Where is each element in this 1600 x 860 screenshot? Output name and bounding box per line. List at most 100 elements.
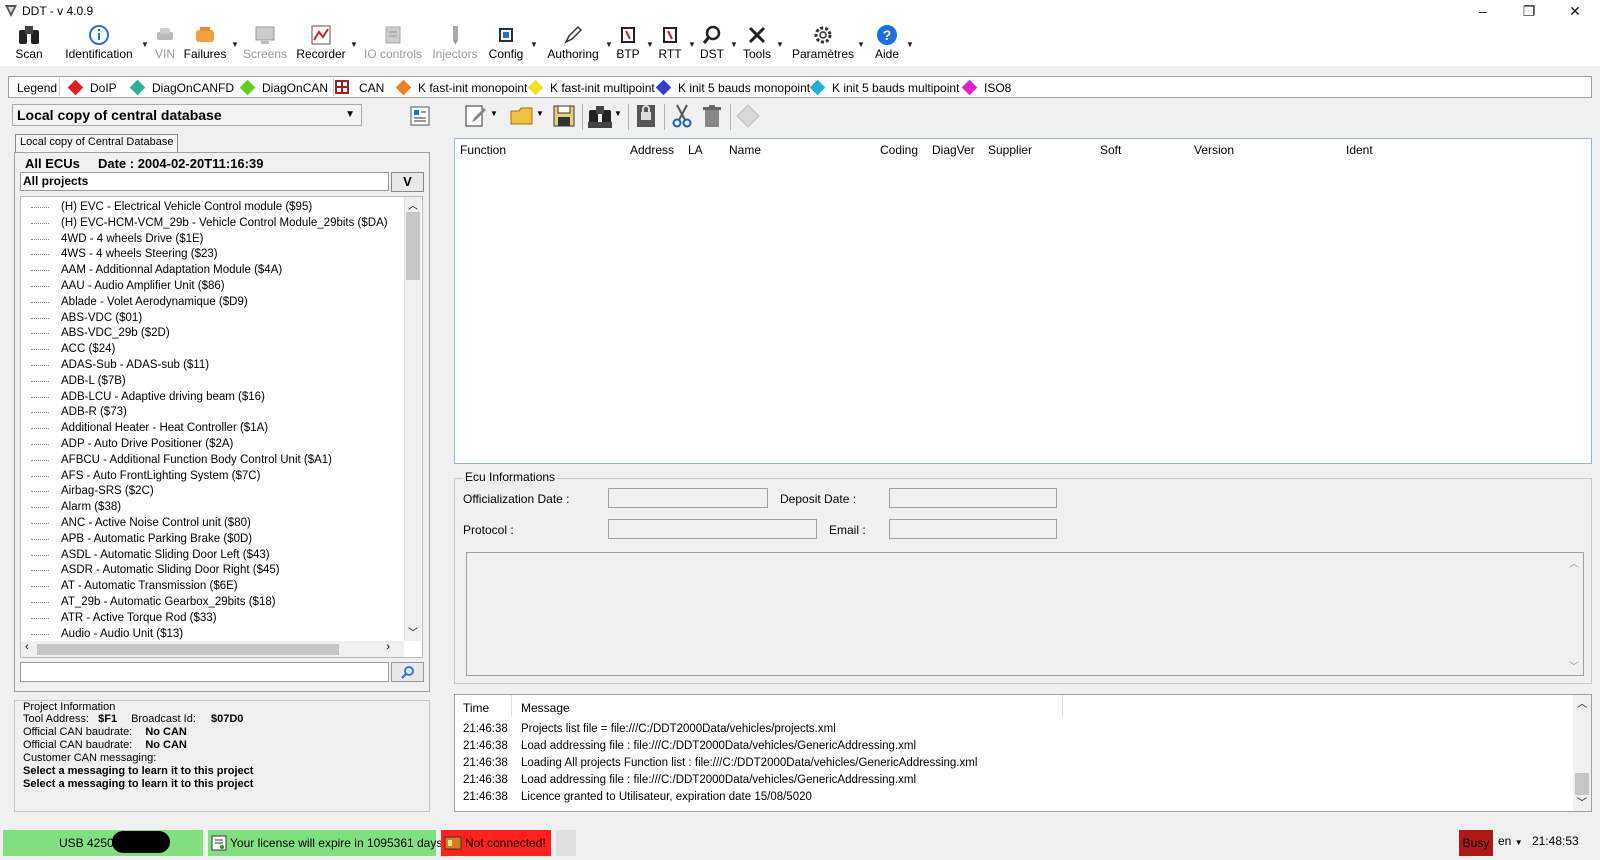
log-column-time[interactable]: Time [463, 701, 489, 715]
close-button[interactable]: ✕ [1552, 0, 1598, 22]
column-header-name[interactable]: Name [729, 143, 761, 157]
recorder-dropdown-icon[interactable]: ▼ [350, 40, 358, 49]
column-header-coding[interactable]: Coding [880, 143, 918, 157]
parametres-button[interactable]: Paramètres [790, 22, 856, 66]
ecu-tree-item[interactable]: APB - Automatic Parking Brake ($0D) [61, 531, 252, 547]
ecu-tree-item[interactable]: Airbag-SRS ($2C) [61, 483, 154, 499]
language-selector[interactable]: en ▼ [1498, 834, 1523, 848]
ecu-tree-item[interactable]: AT - Automatic Transmission ($6E) [61, 578, 238, 594]
open-folder-icon[interactable] [508, 102, 536, 130]
ecu-tree-item[interactable]: ASDL - Automatic Sliding Door Left ($43) [61, 547, 270, 563]
edit-dropdown-icon[interactable]: ▼ [490, 109, 498, 118]
ecu-tree-item[interactable]: 4WS - 4 wheels Steering ($23) [61, 246, 218, 262]
ecu-tree-item[interactable]: ADB-L ($7B) [61, 373, 126, 389]
scroll-up-icon[interactable]: ︿ [1569, 555, 1579, 570]
scroll-down-icon[interactable]: ﹀ [1577, 794, 1587, 809]
tree-horizontal-scroll-thumb[interactable] [37, 644, 339, 655]
dst-button[interactable]: DST [698, 22, 726, 66]
injectors-button[interactable]: Injectors [430, 22, 480, 66]
minimize-button[interactable]: – [1460, 0, 1506, 22]
config-button[interactable]: Config [486, 22, 526, 66]
ecu-tree-item[interactable]: Additional Heater - Heat Controller ($1A… [61, 420, 268, 436]
io-controls-button[interactable]: IO controls [362, 22, 424, 66]
tab-local-copy-central-database[interactable]: Local copy of Central Database [15, 134, 179, 152]
restore-button[interactable]: ❐ [1506, 0, 1552, 22]
aide-dropdown-icon[interactable]: ▼ [906, 40, 914, 49]
protocol-field[interactable] [608, 519, 817, 539]
ecu-tree-item[interactable]: (H) EVC-HCM-VCM_29b - Vehicle Control Mo… [61, 215, 388, 231]
ecu-search-input[interactable] [20, 662, 389, 682]
tools-button[interactable]: Tools [740, 22, 774, 66]
scroll-up-icon[interactable]: ︿ [1577, 695, 1587, 710]
ecu-notes-area[interactable]: ︿ ﹀ [466, 552, 1584, 676]
edit-document-icon[interactable] [462, 102, 490, 130]
ecu-tree-item[interactable]: (H) EVC - Electrical Vehicle Control mod… [61, 199, 312, 215]
aide-button[interactable]: ? Aide [870, 22, 904, 66]
scan-button[interactable]: Scan [12, 22, 46, 66]
column-header-address[interactable]: Address [630, 143, 674, 157]
lock-icon[interactable] [632, 102, 660, 130]
log-column-message[interactable]: Message [521, 701, 570, 715]
ecu-tree-item[interactable]: 4WD - 4 wheels Drive ($1E) [61, 231, 204, 247]
failures-dropdown-icon[interactable]: ▼ [231, 40, 239, 49]
column-header-function[interactable]: Function [460, 143, 506, 157]
parametres-dropdown-icon[interactable]: ▼ [857, 40, 865, 49]
ecu-tree-item[interactable]: AFBCU - Additional Function Body Control… [61, 452, 332, 468]
search-dropdown-icon[interactable]: ▼ [614, 109, 622, 118]
ecu-tree-item[interactable]: ABS-VDC_29b ($2D) [61, 325, 170, 341]
ecu-tree-item[interactable]: Alarm ($38) [61, 499, 121, 515]
ecu-tree-item[interactable]: Audio - Audio Unit ($13) [61, 626, 183, 642]
btp-button[interactable]: BTP [614, 22, 642, 66]
scissors-icon[interactable] [668, 102, 696, 130]
ecu-tree-item[interactable]: ADB-R ($73) [61, 404, 127, 420]
tree-vertical-scroll-thumb[interactable] [406, 212, 420, 280]
ecu-tree-item[interactable]: Ablade - Volet Aerodynamique ($D9) [61, 294, 248, 310]
ecu-tree-item[interactable]: ACC ($24) [61, 341, 115, 357]
column-header-supplier[interactable]: Supplier [988, 143, 1032, 157]
trash-icon[interactable] [698, 102, 726, 130]
officialization-date-field[interactable] [608, 488, 768, 508]
rtt-dropdown-icon[interactable]: ▼ [688, 40, 696, 49]
save-icon[interactable] [550, 102, 578, 130]
column-header-ident[interactable]: Ident [1346, 143, 1373, 157]
log-scroll-thumb[interactable] [1575, 773, 1589, 795]
vin-button[interactable]: VIN [150, 22, 180, 66]
tools-dropdown-icon[interactable]: ▼ [776, 40, 784, 49]
column-header-la[interactable]: LA [688, 143, 703, 157]
ecu-tree-item[interactable]: ADB-LCU - Adaptive driving beam ($16) [61, 389, 265, 405]
rtt-button[interactable]: RTT [656, 22, 684, 66]
ecu-tree-item[interactable]: ANC - Active Noise Control unit ($80) [61, 515, 251, 531]
ecu-tree-item[interactable]: ADP - Auto Drive Positioner ($2A) [61, 436, 233, 452]
dst-dropdown-icon[interactable]: ▼ [730, 40, 738, 49]
recorder-button[interactable]: Recorder [294, 22, 348, 66]
identification-dropdown-icon[interactable]: ▼ [141, 40, 149, 49]
database-select[interactable]: Local copy of central database ▼ [12, 104, 362, 126]
email-field[interactable] [889, 519, 1057, 539]
ecu-tree-item[interactable]: ABS-VDC ($01) [61, 310, 142, 326]
scroll-up-icon[interactable]: ︿ [408, 197, 418, 212]
ecu-tree-item[interactable]: AAU - Audio Amplifier Unit ($86) [61, 278, 225, 294]
ecu-tree-item[interactable]: AT_29b - Automatic Gearbox_29bits ($18) [61, 594, 276, 610]
log-scrollbar[interactable]: ︿ ﹀ [1573, 695, 1591, 811]
ecu-tree-item[interactable]: AAM - Additionnal Adaptation Module ($4A… [61, 262, 282, 278]
failures-button[interactable]: Failures [182, 22, 228, 66]
screens-button[interactable]: Screens [243, 22, 287, 66]
search-button[interactable] [391, 662, 424, 682]
scroll-right-icon[interactable]: › [386, 641, 390, 653]
column-header-diagver[interactable]: DiagVer [932, 143, 975, 157]
scroll-down-icon[interactable]: ﹀ [408, 624, 418, 639]
ecu-tree-item[interactable]: ASDR - Automatic Sliding Door Right ($45… [61, 562, 280, 578]
btp-dropdown-icon[interactable]: ▼ [646, 40, 654, 49]
column-header-version[interactable]: Version [1194, 143, 1234, 157]
ecu-tree-item[interactable]: AFS - Auto FrontLighting System ($7C) [61, 468, 260, 484]
deposit-date-field[interactable] [889, 488, 1057, 508]
identification-button[interactable]: Identification [62, 22, 136, 66]
scroll-down-icon[interactable]: ﹀ [1569, 658, 1579, 673]
database-options-icon[interactable] [410, 106, 430, 126]
search-binoculars-icon[interactable] [586, 102, 614, 130]
project-filter-dropdown-button[interactable]: V [391, 172, 424, 192]
project-filter-input[interactable]: All projects [20, 172, 389, 191]
column-header-soft[interactable]: Soft [1100, 143, 1121, 157]
ecu-tree-item[interactable]: ADAS-Sub - ADAS-sub ($11) [61, 357, 209, 373]
authoring-dropdown-icon[interactable]: ▼ [605, 40, 613, 49]
